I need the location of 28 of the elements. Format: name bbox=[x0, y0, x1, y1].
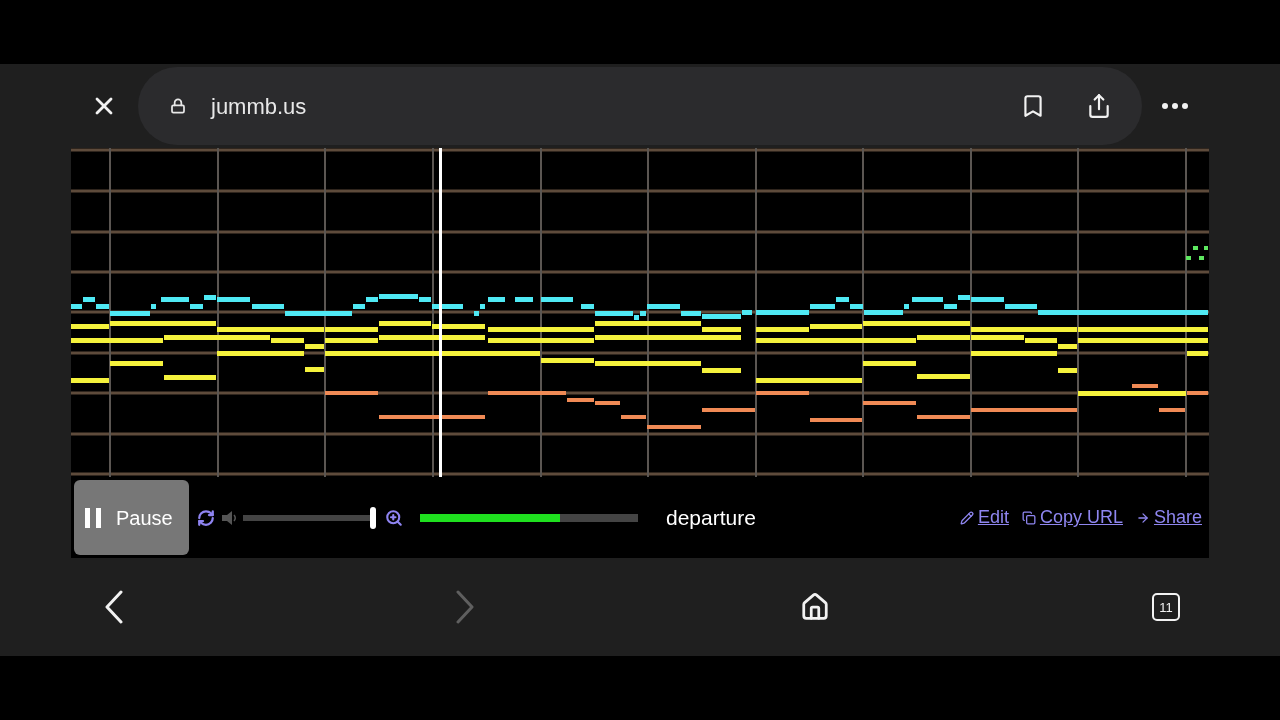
edit-link[interactable]: Edit bbox=[959, 504, 1009, 531]
url-text: jummb.us bbox=[211, 92, 307, 121]
share-icon bbox=[1086, 91, 1112, 121]
share-link[interactable]: Share bbox=[1135, 504, 1202, 531]
loop-button[interactable] bbox=[197, 508, 215, 527]
copy-link[interactable]: Copy URL bbox=[1021, 504, 1123, 531]
pause-icon bbox=[85, 507, 101, 528]
volume-slider-track[interactable] bbox=[243, 506, 376, 529]
volume-icon bbox=[222, 509, 237, 526]
arrow-right-icon bbox=[1135, 510, 1150, 525]
lock-icon bbox=[170, 98, 186, 114]
share-button[interactable] bbox=[1086, 91, 1112, 121]
loop-icon bbox=[197, 508, 215, 527]
volume-slider-thumb[interactable] bbox=[370, 506, 376, 529]
zoom-button[interactable] bbox=[385, 508, 403, 527]
address-bar[interactable]: jummb.us bbox=[138, 67, 1142, 145]
pause-button[interactable]: Pause bbox=[74, 480, 189, 555]
tabs-button[interactable]: 11 bbox=[1151, 593, 1180, 621]
more-icon bbox=[1162, 103, 1188, 109]
progress-bar-track[interactable] bbox=[420, 513, 638, 522]
home-icon bbox=[800, 592, 831, 622]
song-title: departure bbox=[666, 504, 756, 531]
zoom-in-icon bbox=[385, 508, 403, 527]
chevron-right-icon bbox=[455, 590, 474, 624]
chevron-left-icon bbox=[105, 590, 123, 624]
drum-notes bbox=[1186, 246, 1208, 260]
copy-icon bbox=[1021, 510, 1036, 525]
pencil-icon bbox=[959, 510, 974, 525]
